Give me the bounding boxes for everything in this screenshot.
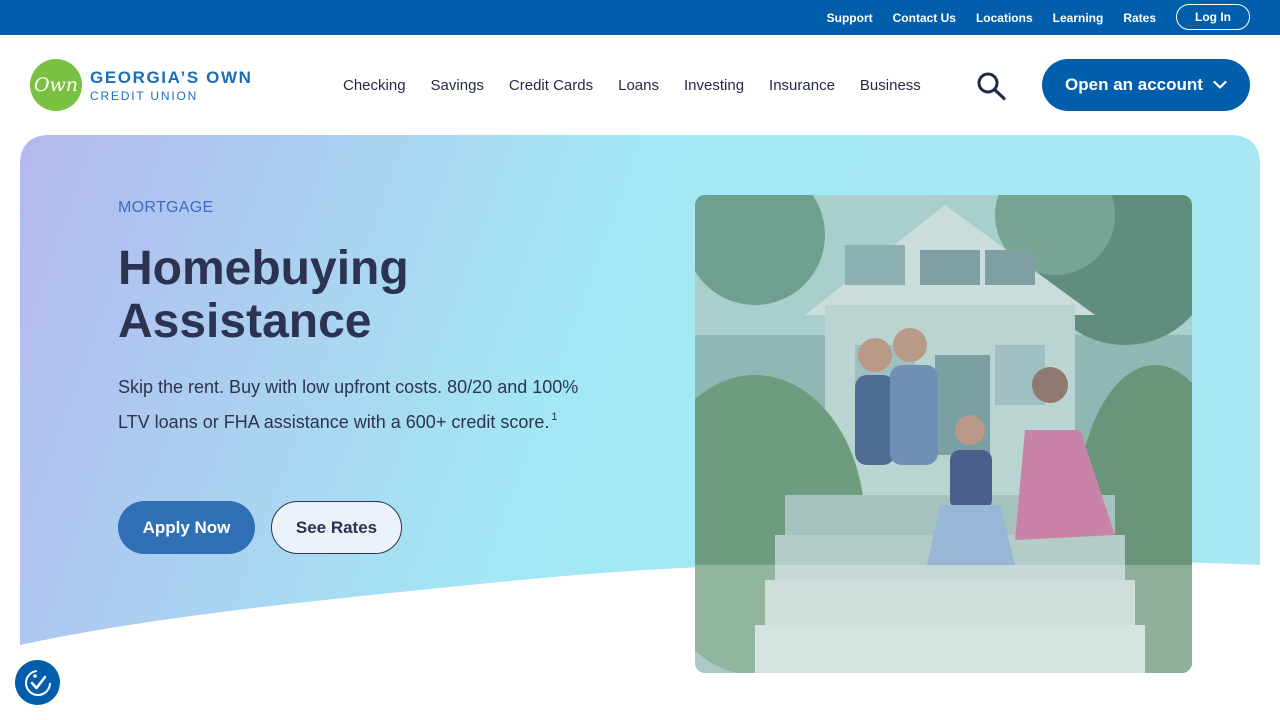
logo-line-1: GEORGIA’S OWN xyxy=(90,67,253,87)
logo-line-2: CREDIT UNION xyxy=(90,88,199,103)
utility-link-rates[interactable]: Rates xyxy=(1123,11,1156,25)
main-header: Own GEORGIA’S OWN CREDIT UNION Checking … xyxy=(0,35,1280,135)
utility-link-contact-us[interactable]: Contact Us xyxy=(893,11,956,25)
login-button[interactable]: Log In xyxy=(1176,4,1250,30)
primary-nav: Checking Savings Credit Cards Loans Inve… xyxy=(343,35,946,135)
nav-item-investing[interactable]: Investing xyxy=(684,77,744,94)
apply-now-button[interactable]: Apply Now xyxy=(118,501,255,554)
search-icon xyxy=(977,72,1006,101)
hero-subcopy: Skip the rent. Buy with low upfront cost… xyxy=(118,372,588,437)
utility-bar: Support Contact Us Locations Learning Ra… xyxy=(0,0,1280,35)
nav-item-savings[interactable]: Savings xyxy=(431,77,484,94)
accessibility-icon xyxy=(24,669,51,696)
open-account-button[interactable]: Open an account xyxy=(1042,59,1250,111)
brand-logo[interactable]: Own GEORGIA’S OWN CREDIT UNION xyxy=(30,59,252,111)
hero-headline: Homebuying Assistance xyxy=(118,242,409,348)
logo-wordmark: GEORGIA’S OWN CREDIT UNION xyxy=(90,69,252,102)
chevron-down-icon xyxy=(1213,80,1227,89)
hero-body-text: Skip the rent. Buy with low upfront cost… xyxy=(118,377,579,432)
nav-item-business[interactable]: Business xyxy=(860,77,921,94)
logo-mark: Own xyxy=(30,59,82,111)
utility-link-locations[interactable]: Locations xyxy=(976,11,1033,25)
nav-item-credit-cards[interactable]: Credit Cards xyxy=(509,77,593,94)
utility-link-learning[interactable]: Learning xyxy=(1053,11,1104,25)
utility-link-support[interactable]: Support xyxy=(827,11,873,25)
open-account-label: Open an account xyxy=(1065,75,1203,94)
see-rates-button[interactable]: See Rates xyxy=(271,501,402,554)
hero-eyebrow: MORTGAGE xyxy=(118,199,214,216)
hero-family-photo xyxy=(695,195,1192,673)
nav-item-checking[interactable]: Checking xyxy=(343,77,406,94)
nav-item-insurance[interactable]: Insurance xyxy=(769,77,835,94)
utility-links: Support Contact Us Locations Learning Ra… xyxy=(827,0,1156,35)
search-button[interactable] xyxy=(976,71,1008,101)
accessibility-widget-button[interactable] xyxy=(15,660,60,705)
footnote-marker[interactable]: 1 xyxy=(551,411,557,423)
nav-item-loans[interactable]: Loans xyxy=(618,77,659,94)
family-house-illustration xyxy=(695,195,1192,673)
